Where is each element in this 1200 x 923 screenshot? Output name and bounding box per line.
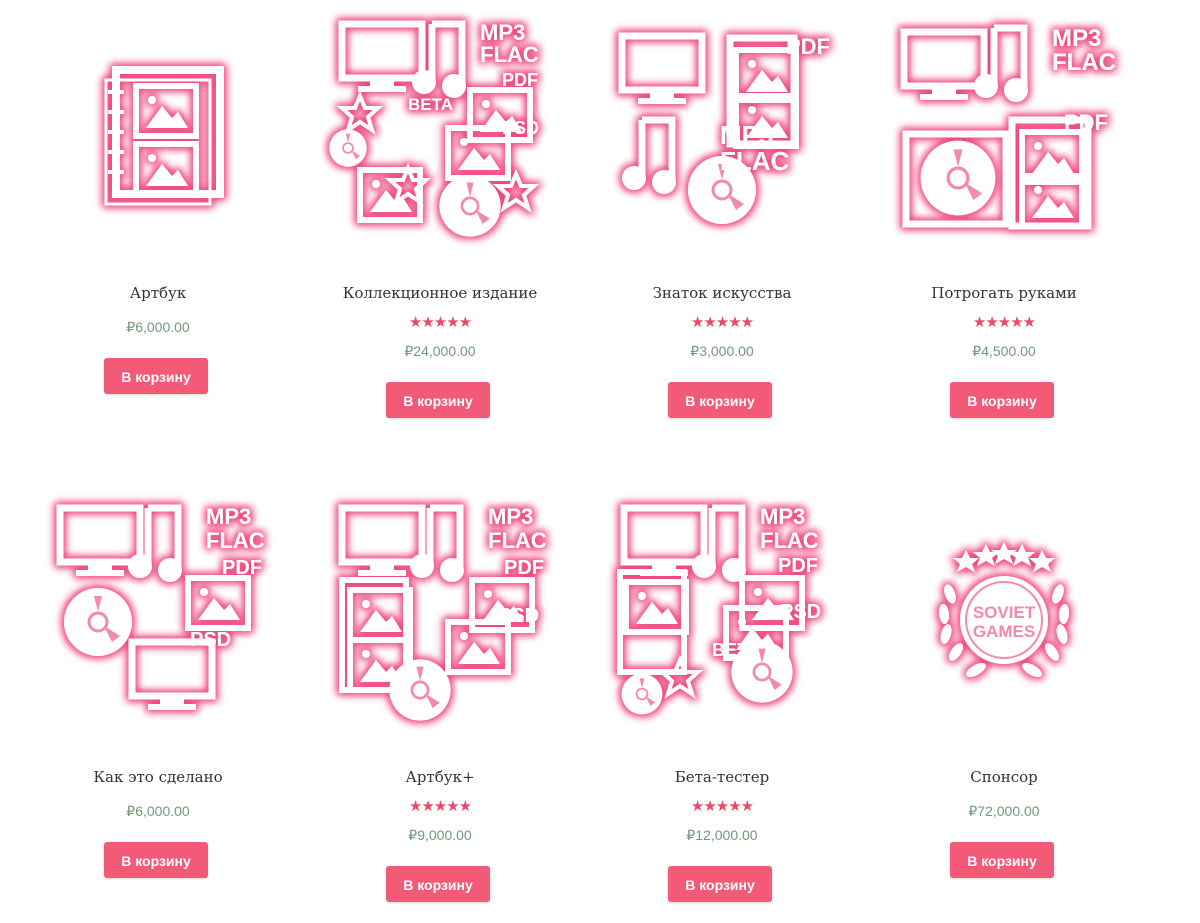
svg-text:PDF: PDF xyxy=(504,557,544,579)
rating-stars: ★★★★★ xyxy=(408,314,472,331)
svg-text:GAMES: GAMES xyxy=(973,622,1035,641)
add-to-cart-button[interactable]: В корзину xyxy=(104,358,208,394)
product-price: ₽9,000.00 xyxy=(408,827,472,843)
art-connoisseur-icon[interactable]: PDF MP3 FLAC xyxy=(602,10,842,250)
product-title[interactable]: Как это сделано xyxy=(28,768,288,786)
svg-text:PDF: PDF xyxy=(778,555,818,577)
artbook-plus-icon[interactable]: MP3 FLAC PDF PSD xyxy=(320,494,560,734)
add-to-cart-button[interactable]: В корзину xyxy=(668,866,772,902)
add-to-cart-button[interactable]: В корзину xyxy=(950,842,1054,878)
rating-stars: ★★★★★ xyxy=(972,314,1036,331)
beta-tester-icon[interactable]: MP3 FLAC PDF PSD BETA xyxy=(602,494,842,734)
product-title[interactable]: Потрогать руками xyxy=(874,284,1134,302)
product-price: ₽6,000.00 xyxy=(126,803,190,819)
rating-stars: ★★★★★ xyxy=(690,314,754,331)
product-title[interactable]: Знаток искусства xyxy=(592,284,852,302)
making-of-icon[interactable]: MP3 FLAC PDF PSD xyxy=(38,494,278,734)
svg-text:FLAC: FLAC xyxy=(720,146,790,176)
product-price: ₽4,500.00 xyxy=(972,343,1036,359)
rating-stars: ★★★★★ xyxy=(408,798,472,815)
add-to-cart-button[interactable]: В корзину xyxy=(668,382,772,418)
product-price: ₽72,000.00 xyxy=(968,803,1040,819)
product-title[interactable]: Коллекционное издание xyxy=(310,284,570,302)
add-to-cart-button[interactable]: В корзину xyxy=(386,382,490,418)
svg-text:FLAC: FLAC xyxy=(206,528,265,553)
physical-bundle-icon[interactable]: MP3 FLAC PDF xyxy=(884,10,1124,250)
artbook-icon[interactable] xyxy=(38,10,278,250)
svg-text:FLAC: FLAC xyxy=(480,42,539,67)
svg-text:MP3: MP3 xyxy=(760,504,805,529)
add-to-cart-button[interactable]: В корзину xyxy=(104,842,208,878)
svg-text:SOVIET: SOVIET xyxy=(973,603,1036,622)
svg-text:PDF: PDF xyxy=(786,34,830,59)
product-price: ₽6,000.00 xyxy=(126,319,190,335)
add-to-cart-button[interactable]: В корзину xyxy=(950,382,1054,418)
add-to-cart-button[interactable]: В корзину xyxy=(386,866,490,902)
product-title[interactable]: Бета-тестер xyxy=(592,768,852,786)
svg-text:MP3: MP3 xyxy=(1052,25,1101,52)
svg-text:FLAC: FLAC xyxy=(488,528,547,553)
product-price: ₽12,000.00 xyxy=(686,827,758,843)
rating-stars: ★★★★★ xyxy=(690,798,754,815)
product-title[interactable]: Спонсор xyxy=(874,768,1134,786)
svg-text:MP3: MP3 xyxy=(488,504,533,529)
svg-text:MP3: MP3 xyxy=(206,504,251,529)
svg-text:BETA: BETA xyxy=(408,95,453,114)
product-title[interactable]: Артбук+ xyxy=(310,768,570,786)
svg-text:FLAC: FLAC xyxy=(1052,49,1116,76)
product-price: ₽3,000.00 xyxy=(690,343,754,359)
product-title[interactable]: Артбук xyxy=(28,284,288,302)
product-price: ₽24,000.00 xyxy=(404,343,476,359)
collectors-bundle-icon[interactable]: MP3 FLAC PDF BETA PSD xyxy=(320,10,560,250)
svg-text:FLAC: FLAC xyxy=(760,528,819,553)
sponsor-badge-icon[interactable]: SOVIET GAMES xyxy=(884,494,1124,734)
